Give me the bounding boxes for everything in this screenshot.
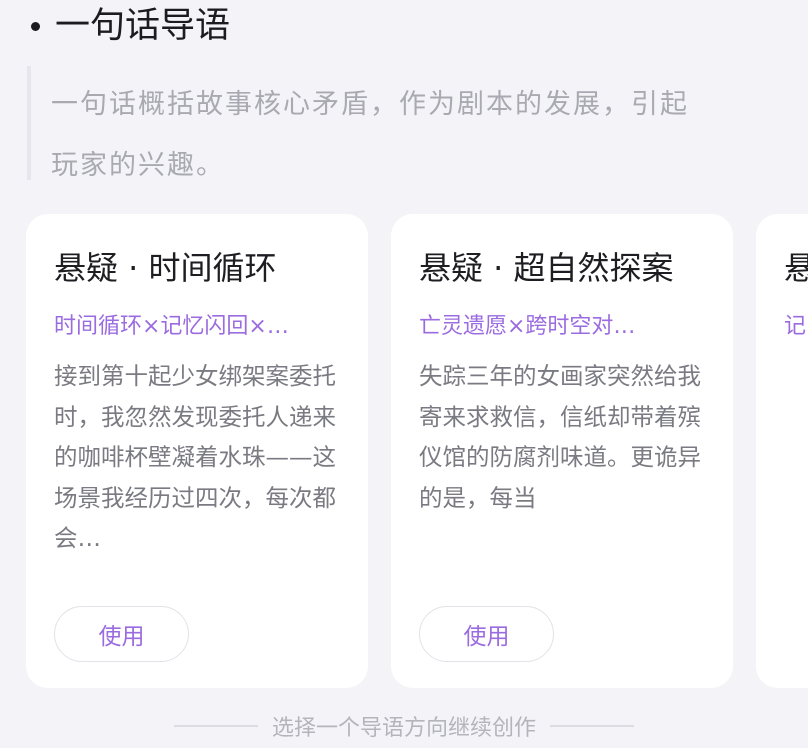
footer-hint-text: 选择一个导语方向继续创作 — [271, 716, 536, 741]
divider-right — [550, 725, 634, 727]
tagline-card-partial[interactable]: 悬 记 — [756, 214, 808, 688]
section-title: 一句话导语 — [55, 6, 231, 46]
divider-left — [173, 725, 258, 727]
section-description-line-2: 玩家的兴趣。 — [51, 150, 225, 181]
card-title: 悬疑 · 时间循环 — [54, 249, 277, 287]
card-tags: 亡灵遗愿×跨时空对… — [419, 314, 636, 339]
bullet-dot-icon — [31, 21, 40, 31]
use-button[interactable]: 使用 — [419, 606, 554, 662]
tagline-card[interactable]: 悬疑 · 时间循环 时间循环×记忆闪回×… 接到第十起少女绑架案委托时，我忽然发… — [26, 214, 368, 688]
card-description: 失踪三年的女画家突然给我寄来求救信，信纸却带着殡仪馆的防腐剂味道。更诡异的是，每… — [419, 362, 701, 512]
section-description: 一句话概括故事核心矛盾，作为剧本的发展，引起 玩家的兴趣。 — [27, 66, 787, 181]
section-header: 一句话导语 — [28, 2, 230, 50]
card-tags: 时间循环×记忆闪回×… — [54, 314, 289, 339]
card-title: 悬疑 · 超自然探案 — [419, 249, 674, 287]
section-description-line-1: 一句话概括故事核心矛盾，作为剧本的发展，引起 — [51, 89, 689, 120]
tagline-card[interactable]: 悬疑 · 超自然探案 亡灵遗愿×跨时空对… 失踪三年的女画家突然给我寄来求救信，… — [391, 214, 733, 688]
page: 一句话导语 一句话概括故事核心矛盾，作为剧本的发展，引起 玩家的兴趣。 悬疑 ·… — [0, 0, 808, 748]
card-tags: 记 — [784, 314, 807, 339]
card-title: 悬 — [784, 249, 808, 287]
card-description: 接到第十起少女绑架案委托时，我忽然发现委托人递来的咖啡杯壁凝着水珠——这场景我经… — [54, 362, 336, 552]
card-carousel[interactable]: 悬疑 · 时间循环 时间循环×记忆闪回×… 接到第十起少女绑架案委托时，我忽然发… — [26, 214, 808, 688]
use-button[interactable]: 使用 — [54, 606, 189, 662]
footer-hint: 选择一个导语方向继续创作 — [0, 706, 808, 746]
